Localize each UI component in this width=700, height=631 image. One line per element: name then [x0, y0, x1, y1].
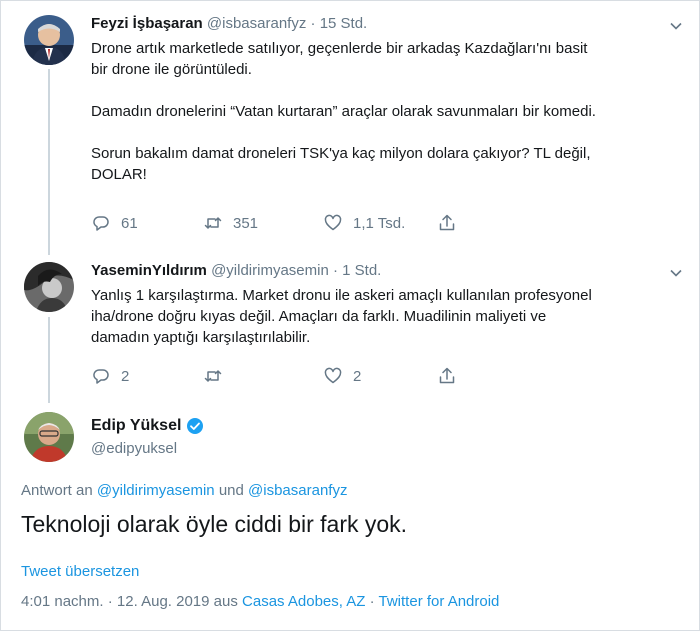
retweet-icon: [204, 370, 222, 382]
reply-count: 2: [121, 367, 130, 385]
author-name[interactable]: Edip Yüksel: [91, 417, 181, 435]
reply-icon: [93, 369, 109, 384]
location-link[interactable]: Casas Adobes, AZ: [242, 593, 365, 610]
tweet-line: damadın yaptığı karşılaştırılabilir.: [91, 329, 311, 346]
separator: ·: [332, 262, 338, 279]
retweet-icon: [204, 217, 222, 229]
reply-count: 61: [121, 214, 138, 232]
share-button[interactable]: [437, 365, 457, 387]
avatar[interactable]: [24, 262, 74, 312]
heart-icon: [324, 367, 342, 384]
reply-context: Antwort an @yildirimyasemin und @isbasar…: [21, 482, 347, 499]
tweet-line: iha/drone doğru kıyas değil. Amaçları da…: [91, 308, 547, 325]
reply-button[interactable]: 61: [91, 212, 138, 234]
author-handle[interactable]: @edipyuksel: [91, 440, 177, 457]
tweet-text: Drone artık marketlede satılıyor, geçenl…: [91, 38, 596, 185]
tweet-line: DOLAR!: [91, 166, 147, 183]
share-icon: [439, 214, 455, 231]
reply-and: und: [218, 482, 244, 499]
meta-separator: ·: [107, 593, 113, 610]
tweet-header: YaseminYıldırım @yildirimyasemin · 1 Std…: [91, 262, 381, 279]
retweet-button[interactable]: 351: [203, 212, 258, 234]
author-name[interactable]: YaseminYıldırım: [91, 262, 207, 279]
tweet-date[interactable]: 12. Aug. 2019: [117, 593, 210, 610]
tweet-line: Damadın dronelerini “Vatan kurtaran” ara…: [91, 103, 596, 120]
separator: ·: [310, 15, 316, 32]
tweet-line: Sorun bakalım damat droneleri TSK'ya kaç…: [91, 145, 591, 162]
tweet-actions: 2 2: [91, 365, 471, 387]
tweet-thread-panel: Feyzi İşbaşaran @isbasaranfyz · 15 Std. …: [0, 0, 700, 631]
author-handle[interactable]: @yildirimyasemin: [211, 262, 329, 279]
tweet-header: Feyzi İşbaşaran @isbasaranfyz · 15 Std.: [91, 15, 367, 32]
like-count: 1,1 Tsd.: [353, 214, 406, 232]
like-count: 2: [353, 367, 362, 385]
reply-prefix: Antwort an: [21, 482, 93, 499]
tweet-time[interactable]: 4:01 nachm.: [21, 593, 104, 610]
reply-button[interactable]: 2: [91, 365, 129, 387]
tweet-time[interactable]: 15 Std.: [320, 15, 368, 32]
chevron-down-icon[interactable]: [669, 266, 683, 280]
tweet-text: Yanlış 1 karşılaştırma. Market dronu ile…: [91, 285, 592, 348]
reply-user-link[interactable]: @yildirimyasemin: [97, 482, 215, 499]
avatar[interactable]: [24, 412, 74, 462]
main-tweet-text: Teknoloji olarak öyle ciddi bir fark yok…: [21, 511, 408, 537]
heart-icon: [324, 214, 342, 231]
thread-line: [48, 317, 50, 403]
tweet-meta: 4:01 nachm. · 12. Aug. 2019 aus Casas Ad…: [21, 593, 499, 610]
tweet-actions: 61 351 1,1 Tsd.: [91, 212, 471, 234]
author-name[interactable]: Feyzi İşbaşaran: [91, 15, 203, 32]
author-handle[interactable]: @isbasaranfyz: [207, 15, 306, 32]
author-name-row: Edip Yüksel: [91, 417, 204, 435]
thread-line: [48, 69, 50, 255]
meta-separator: ·: [369, 593, 375, 610]
meta-from: aus: [213, 593, 238, 610]
avatar[interactable]: [24, 15, 74, 65]
like-button[interactable]: 1,1 Tsd.: [323, 212, 405, 234]
reply-user-link[interactable]: @isbasaranfyz: [248, 482, 347, 499]
tweet-time[interactable]: 1 Std.: [342, 262, 381, 279]
retweet-count: 351: [233, 214, 259, 232]
chevron-down-icon[interactable]: [669, 19, 683, 33]
client-link[interactable]: Twitter for Android: [379, 593, 500, 610]
retweet-button[interactable]: [203, 365, 223, 387]
like-button[interactable]: 2: [323, 365, 361, 387]
tweet-line: Drone artık marketlede satılıyor, geçenl…: [91, 40, 588, 57]
translate-link[interactable]: Tweet übersetzen: [21, 563, 139, 580]
reply-icon: [93, 216, 109, 231]
verified-badge-icon: [187, 418, 204, 434]
tweet-line: bir drone ile görüntüledi.: [91, 61, 252, 78]
share-button[interactable]: [437, 212, 457, 234]
share-icon: [439, 367, 455, 384]
tweet-line: Yanlış 1 karşılaştırma. Market dronu ile…: [91, 287, 592, 304]
